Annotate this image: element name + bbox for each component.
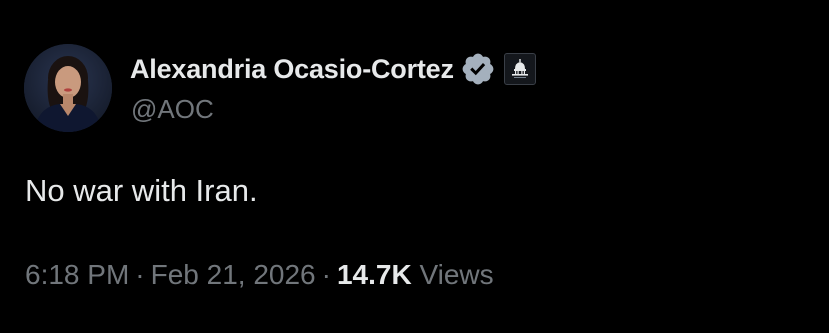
author-name-row: Alexandria Ocasio-Cortez xyxy=(130,49,536,89)
tweet-date: Feb 21, 2026 xyxy=(150,259,316,290)
capitol-building-icon[interactable] xyxy=(503,53,536,85)
meta-separator: · xyxy=(135,259,145,290)
author-handle[interactable]: @AOC xyxy=(131,94,214,125)
author-display-name[interactable]: Alexandria Ocasio-Cortez xyxy=(130,54,454,85)
tweet-card: Alexandria Ocasio-Cortez @AOC No war wit… xyxy=(0,0,829,333)
meta-separator: · xyxy=(321,259,331,290)
tweet-views[interactable]: 14.7K Views xyxy=(337,259,494,290)
tweet-text: No war with Iran. xyxy=(25,173,258,208)
tweet-timestamp[interactable]: 6:18 PM · Feb 21, 2026 xyxy=(25,259,316,290)
views-count: 14.7K xyxy=(336,259,412,290)
tweet-time: 6:18 PM xyxy=(25,259,130,290)
tweet-meta-row: 6:18 PM · Feb 21, 2026 · 14.7K Views xyxy=(25,259,494,291)
avatar-image xyxy=(24,44,112,132)
views-label: Views xyxy=(419,259,494,290)
verified-badge-icon[interactable] xyxy=(460,51,496,87)
avatar[interactable] xyxy=(24,44,112,132)
